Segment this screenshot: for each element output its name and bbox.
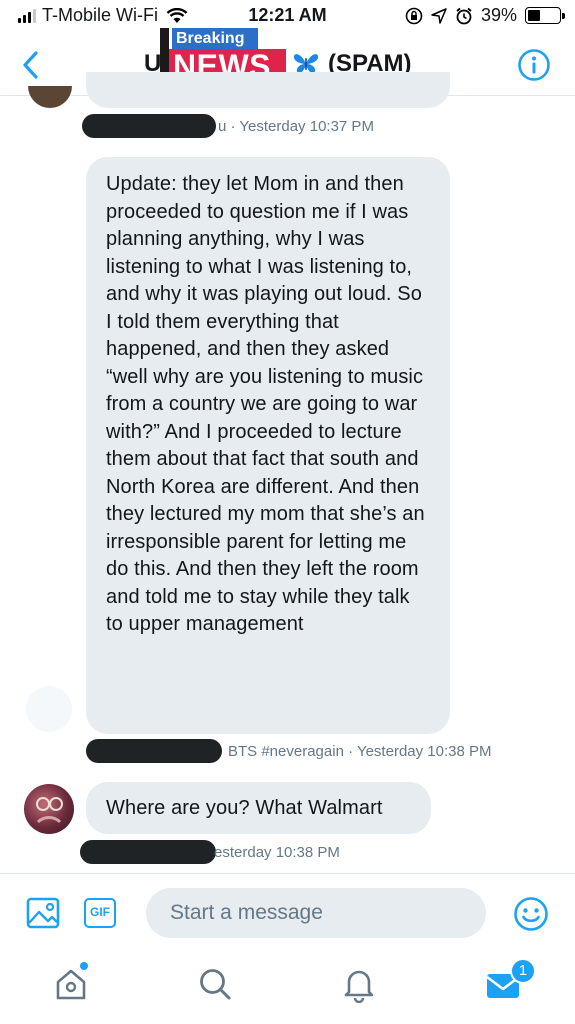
home-icon — [56, 969, 86, 1000]
nav-search[interactable] — [196, 965, 234, 1003]
message-timestamp: esterday 10:38 PM — [214, 843, 340, 861]
image-icon — [26, 897, 60, 929]
redacted-name — [86, 739, 222, 763]
messages-badge: 1 — [510, 958, 536, 984]
search-icon — [200, 969, 231, 1000]
nav-notifications[interactable] — [340, 965, 378, 1003]
message-bubble-tail — [86, 72, 450, 108]
alarm-icon — [456, 7, 472, 24]
battery-level-fill — [528, 10, 540, 21]
message-meta: BTS #neveragain · Yesterday 10:38 PM — [86, 739, 492, 763]
bell-icon — [344, 970, 374, 1003]
info-icon — [518, 49, 550, 81]
message-input[interactable] — [146, 888, 486, 938]
redacted-name — [80, 840, 216, 864]
avatar[interactable] — [24, 784, 74, 834]
breaking-label: Breaking — [172, 28, 258, 50]
avatar-image — [36, 797, 63, 824]
message-meta: u · Yesterday 10:37 PM — [82, 114, 374, 138]
nav-home[interactable] — [52, 965, 90, 1003]
screen-rotation-lock-icon — [405, 7, 423, 24]
emoji-button[interactable] — [513, 896, 549, 932]
gif-button[interactable]: GIF — [84, 898, 116, 928]
message-composer: GIF — [0, 873, 575, 951]
message-text: Update: they let Mom in and then proceed… — [106, 173, 425, 635]
battery-icon — [525, 7, 565, 24]
avatar[interactable] — [28, 86, 72, 108]
location-arrow-icon — [431, 7, 447, 24]
home-unread-dot — [80, 962, 88, 970]
status-right: 39% — [405, 5, 565, 26]
chevron-left-icon — [23, 51, 38, 79]
smiley-icon — [514, 897, 548, 931]
redacted-name — [82, 114, 216, 138]
message-bubble: Update: they let Mom in and then proceed… — [86, 157, 450, 734]
media-button[interactable] — [26, 896, 60, 930]
back-button[interactable] — [16, 48, 46, 82]
message-bubble: Where are you? What Walmart — [86, 782, 431, 834]
battery-percent: 39% — [480, 5, 517, 25]
status-bar: T-Mobile Wi-Fi 12:21 AM 39% — [0, 0, 575, 34]
info-button[interactable] — [517, 48, 551, 82]
message-timestamp: u · Yesterday 10:37 PM — [218, 117, 374, 135]
message-meta: esterday 10:38 PM — [80, 840, 340, 864]
avatar-placeholder[interactable] — [26, 686, 72, 732]
message-timestamp: BTS #neveragain · Yesterday 10:38 PM — [228, 742, 492, 760]
message-text: Where are you? What Walmart — [106, 797, 383, 819]
